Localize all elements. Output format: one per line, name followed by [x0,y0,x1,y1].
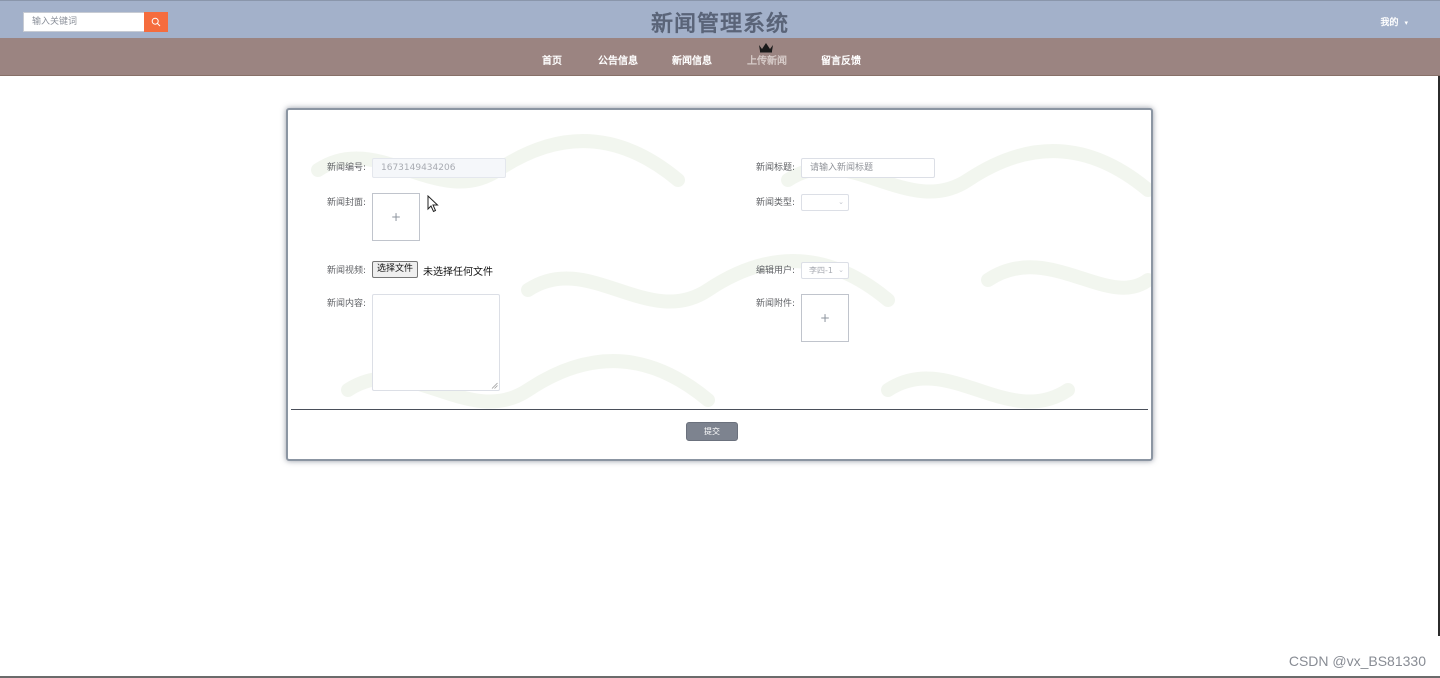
chevron-down-icon: ⌄ [838,266,844,274]
news-type-label: 新闻类型: [756,198,796,208]
user-menu[interactable]: 我的 ▾ [1380,15,1408,28]
news-attachment-label: 新闻附件: [756,299,796,309]
news-content-label: 新闻内容: [327,299,367,309]
mouse-cursor-icon [427,195,439,213]
upload-news-form: 新闻编号: 1673149434206 新闻标题: 请输入新闻标题 新闻封面: … [286,108,1153,461]
nav-item-feedback[interactable]: 留言反馈 [821,52,861,67]
form-divider [291,409,1148,410]
main-nav: 首页 公告信息 新闻信息 上传新闻 留言反馈 [0,38,1440,76]
cover-upload[interactable]: + [372,193,420,241]
news-title-input[interactable]: 请输入新闻标题 [801,158,935,178]
nav-item-notices[interactable]: 公告信息 [598,52,638,67]
news-no-field: 1673149434206 [372,158,506,178]
file-status-text: 未选择任何文件 [423,267,493,278]
news-content-textarea[interactable] [372,294,500,391]
news-title-label: 新闻标题: [756,163,796,173]
news-video-label: 新闻视频: [327,266,367,276]
choose-file-button[interactable]: 选择文件 [372,261,419,278]
user-menu-label: 我的 [1380,18,1399,28]
editor-user-value: 李四-1 [809,266,833,275]
chevron-down-icon: ⌄ [838,198,844,206]
watermark: CSDN @vx_BS81330 [1288,653,1426,669]
site-title: 新闻管理系统 [650,11,789,37]
plus-icon: + [390,210,402,224]
submit-button[interactable]: 提交 [686,422,738,441]
attachment-upload[interactable]: + [801,294,849,342]
editor-user-select[interactable]: 李四-1 ⌄ [801,262,849,279]
news-no-label: 新闻编号: [327,163,367,173]
resize-grip-icon[interactable] [491,382,498,389]
nav-item-news[interactable]: 新闻信息 [672,52,712,67]
editor-user-label: 编辑用户: [756,266,796,276]
nav-item-home[interactable]: 首页 [542,52,562,67]
nav-item-upload-news[interactable]: 上传新闻 [747,52,787,67]
news-type-select[interactable]: ⌄ [801,194,849,211]
plus-icon: + [819,311,831,325]
top-bar: 新闻管理系统 我的 ▾ [0,0,1440,38]
news-cover-label: 新闻封面: [327,198,367,208]
crown-icon [759,43,773,53]
caret-down-icon: ▾ [1404,19,1408,27]
